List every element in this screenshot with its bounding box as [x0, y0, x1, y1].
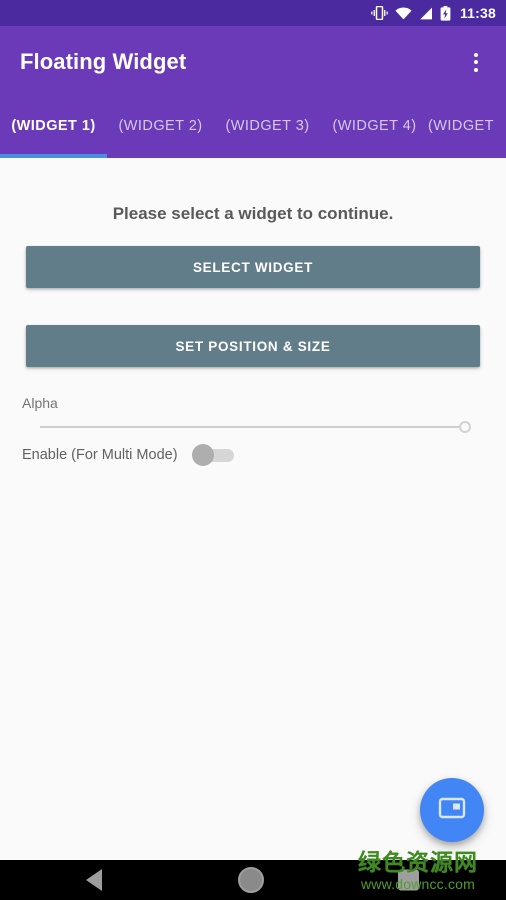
- recents-square-icon[interactable]: [398, 869, 419, 891]
- tab-bar[interactable]: (WIDGET 1) (WIDGET 2) (WIDGET 3) (WIDGET…: [0, 98, 506, 158]
- status-bar-clock: 11:38: [459, 5, 496, 21]
- wifi-icon: [395, 6, 412, 20]
- tab-widget-5[interactable]: (WIDGET: [428, 98, 506, 154]
- alpha-slider-track: [40, 426, 466, 428]
- multi-mode-label: Enable (For Multi Mode): [22, 447, 178, 463]
- alpha-label: Alpha: [22, 395, 58, 411]
- select-widget-button[interactable]: SELECT WIDGET: [26, 246, 480, 288]
- tab-widget-4[interactable]: (WIDGET 4): [321, 98, 428, 154]
- set-position-and-size-button[interactable]: SET POSITION & SIZE: [26, 325, 480, 367]
- alpha-slider[interactable]: [40, 416, 472, 438]
- tab-widget-2[interactable]: (WIDGET 2): [107, 98, 214, 154]
- tab-strip: (WIDGET 1) (WIDGET 2) (WIDGET 3) (WIDGET…: [0, 98, 506, 154]
- home-circle-icon[interactable]: [238, 867, 264, 893]
- status-bar: 11:38: [0, 0, 506, 26]
- instruction-text: Please select a widget to continue.: [112, 204, 394, 223]
- battery-charging-icon: [440, 5, 451, 21]
- tab-widget-3[interactable]: (WIDGET 3): [214, 98, 321, 154]
- multi-mode-toggle[interactable]: [191, 444, 236, 466]
- page-title: Floating Widget: [20, 49, 187, 74]
- system-navigation-bar: [0, 860, 506, 900]
- phone-screen: 11:38 Floating Widget (WIDGET 1) (WIDGET…: [0, 0, 506, 900]
- back-triangle-icon[interactable]: [86, 869, 102, 891]
- toggle-thumb[interactable]: [191, 444, 214, 466]
- multi-mode-row: Enable (For Multi Mode): [22, 444, 236, 466]
- floating-action-button[interactable]: [420, 778, 484, 842]
- signal-icon: [419, 7, 433, 20]
- picture-in-picture-icon: [438, 796, 466, 825]
- vibrate-icon: [371, 6, 388, 20]
- tab-widget-1[interactable]: (WIDGET 1): [0, 98, 107, 154]
- alpha-slider-thumb[interactable]: [459, 421, 471, 433]
- main-content: Please select a widget to continue. SELE…: [0, 158, 506, 860]
- overflow-menu-icon[interactable]: [456, 40, 496, 84]
- app-bar: Floating Widget: [0, 26, 506, 98]
